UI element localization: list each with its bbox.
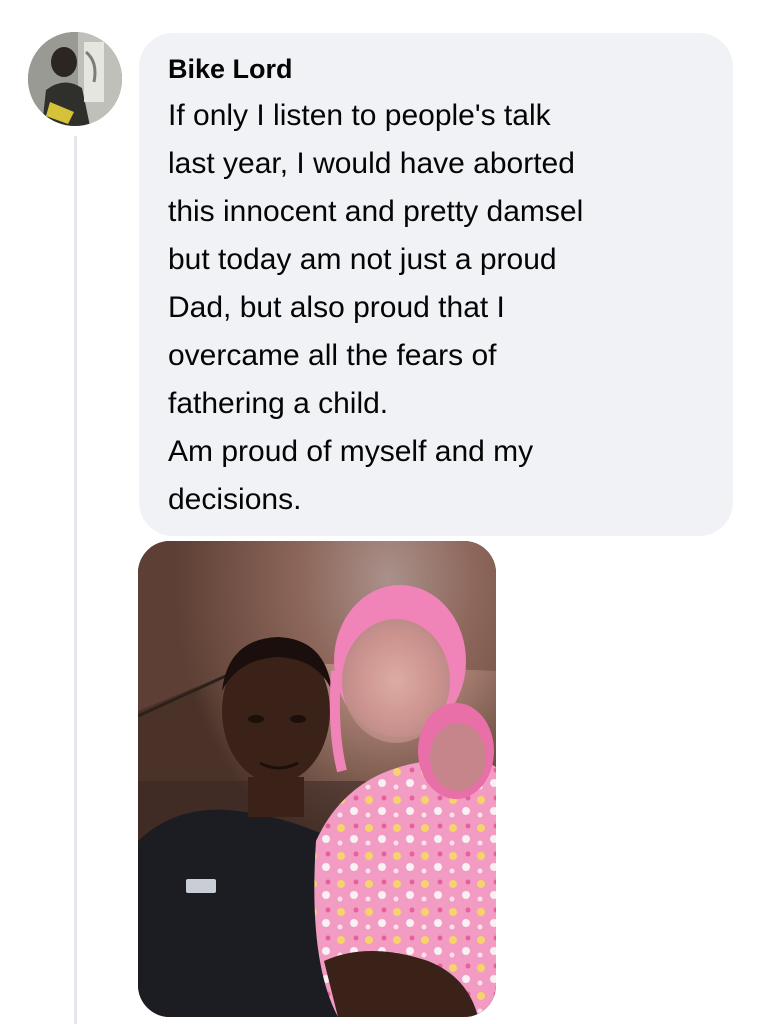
- comment-photo-attachment[interactable]: [138, 541, 496, 1017]
- comment-author-name[interactable]: Bike Lord: [168, 49, 705, 89]
- comment-text: If only I listen to people's talk last y…: [168, 99, 584, 516]
- comment-bubble: Bike Lord If only I listen to people's t…: [139, 33, 733, 536]
- commenter-avatar[interactable]: [28, 32, 122, 126]
- photo-image: [138, 541, 496, 1017]
- avatar-image: [28, 32, 122, 126]
- reply-thread-line: [74, 136, 77, 1024]
